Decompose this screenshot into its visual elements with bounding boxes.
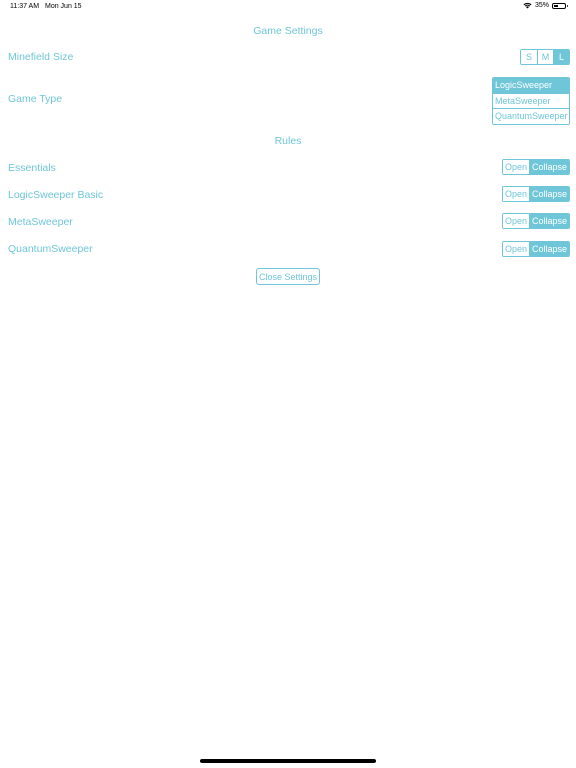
rule-toggle-quantumsweeper: Open Collapse — [502, 241, 570, 257]
minefield-size-label: Minefield Size — [8, 51, 74, 63]
wifi-icon — [523, 2, 532, 9]
battery-percent: 35% — [534, 2, 549, 9]
open-button[interactable]: Open — [503, 160, 529, 174]
rule-toggle-metasweeper: Open Collapse — [502, 213, 570, 229]
game-type-logicsweeper[interactable]: LogicSweeper — [493, 78, 569, 93]
status-time: 11:37 AM — [10, 3, 40, 10]
open-button[interactable]: Open — [503, 242, 529, 256]
size-option-l[interactable]: L — [553, 50, 569, 64]
status-right: 35% — [523, 2, 568, 9]
rule-label-essentials: Essentials — [8, 162, 56, 174]
game-settings-title: Game Settings — [253, 25, 323, 37]
close-settings-button[interactable]: Close Settings — [256, 268, 320, 285]
game-type-quantumsweeper[interactable]: QuantumSweeper — [493, 108, 569, 124]
size-option-s[interactable]: S — [521, 50, 537, 64]
battery-icon — [552, 2, 568, 9]
rule-label-logicsweeper-basic: LogicSweeper Basic — [8, 189, 104, 201]
game-type-label: Game Type — [8, 93, 63, 105]
open-button[interactable]: Open — [503, 187, 529, 201]
home-indicator — [200, 759, 376, 763]
rule-toggle-essentials: Open Collapse — [502, 159, 570, 175]
game-type-metasweeper[interactable]: MetaSweeper — [493, 92, 569, 108]
rule-label-quantumsweeper: QuantumSweeper — [8, 243, 93, 255]
rule-label-metasweeper: MetaSweeper — [8, 216, 73, 228]
size-option-m[interactable]: M — [537, 50, 553, 64]
battery-fill — [554, 4, 558, 7]
rules-title: Rules — [274, 135, 302, 147]
collapse-button[interactable]: Collapse — [529, 187, 569, 201]
collapse-button[interactable]: Collapse — [529, 160, 569, 174]
collapse-button[interactable]: Collapse — [529, 214, 569, 228]
collapse-button[interactable]: Collapse — [529, 242, 569, 256]
minefield-size-selector: S M L — [520, 49, 570, 65]
status-bar: 11:37 AM Mon Jun 15 35% — [0, 0, 576, 14]
rule-toggle-logicsweeper-basic: Open Collapse — [502, 186, 570, 202]
status-date: Mon Jun 15 — [45, 3, 82, 10]
game-type-selector: LogicSweeper MetaSweeper QuantumSweeper — [492, 77, 570, 125]
open-button[interactable]: Open — [503, 214, 529, 228]
